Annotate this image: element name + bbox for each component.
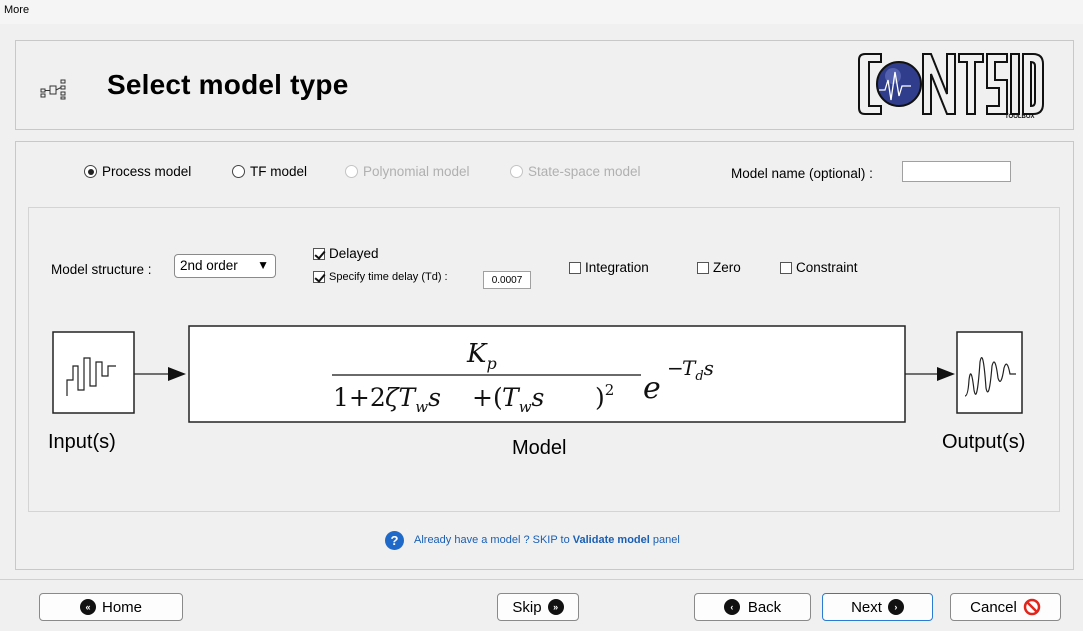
model-name-input[interactable]: [902, 161, 1011, 182]
output-block: [956, 331, 1023, 414]
svg-text:e: e: [643, 371, 661, 406]
page-title: Select model type: [107, 69, 349, 100]
back-button[interactable]: ‹ Back: [694, 593, 811, 621]
specify-delay-checkbox[interactable]: Specify time delay (Td) :: [313, 271, 448, 283]
input-label: Input(s): [48, 431, 116, 453]
radio-indicator: [232, 165, 245, 178]
model-structure-value: 2nd order: [180, 258, 238, 273]
menu-bar: More: [0, 0, 1083, 24]
radio-state-space-model: State-space model: [510, 164, 641, 179]
arrow-icon: [937, 367, 955, 381]
radio-indicator: [345, 165, 358, 178]
model-block-diagram: Input(s) Kp 1+2 ζTws +( Tws )2 e − Tds M…: [48, 325, 1025, 459]
checkbox-indicator: [569, 261, 581, 274]
model-label: Model: [512, 437, 566, 459]
help-link-target: Validate model: [572, 534, 650, 546]
checkbox-indicator: [313, 247, 325, 260]
contsid-logo: TOOLBOX: [858, 53, 1044, 120]
radio-indicator: [510, 165, 523, 178]
checkbox-indicator: [780, 261, 792, 274]
double-chevron-left-icon: «: [79, 599, 96, 615]
svg-text:TOOLBOX: TOOLBOX: [1005, 114, 1035, 120]
checkbox-indicator: [697, 261, 709, 274]
skip-button-label: Skip: [512, 598, 542, 616]
specify-delay-label: Specify time delay (Td) :: [329, 271, 448, 283]
radio-process-model[interactable]: Process model: [84, 164, 191, 179]
integration-checkbox[interactable]: Integration: [569, 260, 649, 275]
footer-divider: [0, 579, 1083, 580]
cancel-button[interactable]: Cancel: [950, 593, 1061, 621]
output-label: Output(s): [942, 431, 1025, 453]
radio-polynomial-model-label: Polynomial model: [363, 164, 470, 179]
zero-label: Zero: [713, 260, 741, 275]
input-block: [52, 331, 135, 414]
svg-text:ζTws: ζTws: [385, 383, 441, 416]
help-text-prefix: Already have a model ? SKIP to: [414, 534, 573, 546]
double-chevron-right-icon: »: [547, 599, 564, 615]
delayed-checkbox[interactable]: Delayed: [313, 246, 379, 261]
home-button[interactable]: « Home: [39, 593, 183, 621]
skip-help-link[interactable]: Already have a model ? SKIP to Validate …: [414, 534, 680, 546]
time-delay-input[interactable]: 0.0007: [483, 271, 531, 289]
menu-more[interactable]: More: [4, 4, 29, 16]
svg-text:1+2: 1+2: [333, 383, 386, 412]
cancel-button-label: Cancel: [970, 598, 1017, 616]
chevron-right-icon: ›: [887, 599, 904, 615]
constraint-label: Constraint: [796, 260, 858, 275]
svg-text:+(: +(: [472, 383, 503, 412]
checkbox-indicator: [313, 271, 325, 283]
radio-indicator: [84, 165, 97, 178]
zero-checkbox[interactable]: Zero: [697, 260, 741, 275]
model-name-label: Model name (optional) :: [731, 166, 873, 181]
delayed-label: Delayed: [329, 246, 379, 261]
integration-label: Integration: [585, 260, 649, 275]
radio-state-space-model-label: State-space model: [528, 164, 641, 179]
help-text-suffix: panel: [649, 534, 680, 546]
skip-button[interactable]: Skip »: [497, 593, 579, 621]
radio-tf-model-label: TF model: [250, 164, 308, 179]
model-block: [188, 325, 906, 423]
model-structure-label: Model structure :: [51, 262, 152, 277]
home-button-label: Home: [101, 598, 142, 616]
radio-polynomial-model: Polynomial model: [345, 164, 470, 179]
model-structure-select[interactable]: 2nd order ▼: [174, 254, 276, 278]
next-button-label: Next: [851, 598, 882, 616]
model-structure-icon: [40, 79, 66, 100]
next-button[interactable]: Next ›: [822, 593, 933, 621]
help-icon[interactable]: ?: [385, 531, 404, 550]
chevron-left-icon: ‹: [723, 599, 740, 615]
cancel-icon: [1023, 598, 1041, 616]
dropdown-caret-icon: ▼: [257, 258, 269, 272]
arrow-icon: [168, 367, 186, 381]
back-button-label: Back: [747, 598, 782, 616]
radio-process-model-label: Process model: [102, 164, 192, 179]
constraint-checkbox[interactable]: Constraint: [780, 260, 858, 275]
radio-tf-model[interactable]: TF model: [232, 164, 307, 179]
